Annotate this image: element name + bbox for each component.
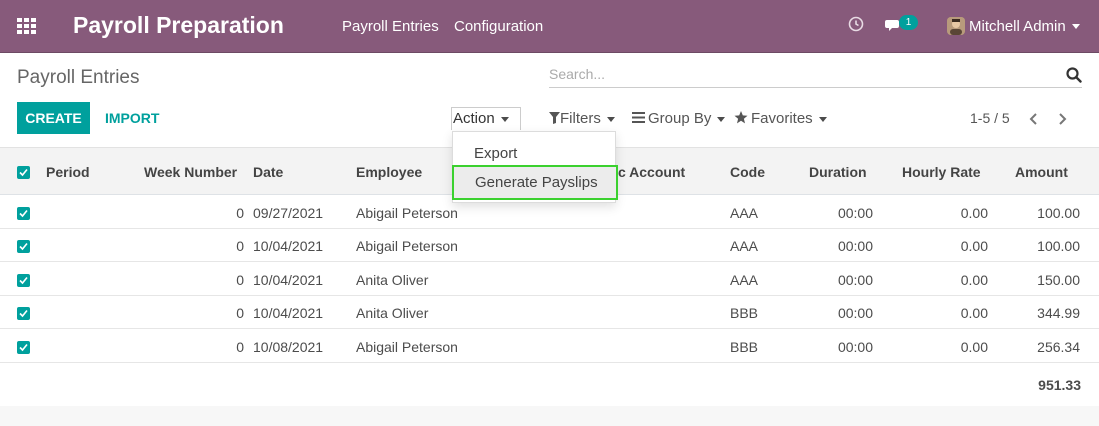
cell-code: AAA <box>730 272 759 288</box>
cell-hourly-rate: 0.00 <box>960 339 988 355</box>
user-menu-caret-icon[interactable] <box>1072 24 1080 29</box>
clock-icon[interactable] <box>848 16 864 37</box>
star-icon <box>734 111 748 124</box>
row-checkbox[interactable] <box>17 307 30 320</box>
cell-employee: Abigail Peterson <box>356 205 458 221</box>
cell-amount: 256.34 <box>1037 339 1080 355</box>
groupby-label: Group By <box>648 110 712 127</box>
column-analytic-account[interactable]: c Account <box>618 164 685 180</box>
cell-employee: Anita Oliver <box>356 272 429 288</box>
column-week-number[interactable]: Week Number <box>144 164 237 180</box>
cell-duration: 00:00 <box>837 238 873 254</box>
cell-employee: Abigail Peterson <box>356 339 458 355</box>
cell-week-number: 0 <box>236 339 244 355</box>
cell-duration: 00:00 <box>837 339 873 355</box>
row-checkbox[interactable] <box>17 240 30 253</box>
cell-date: 10/04/2021 <box>253 238 324 254</box>
action-dropdown-toggle[interactable]: Action <box>451 107 521 130</box>
search-input[interactable] <box>549 64 1049 82</box>
user-name[interactable]: Mitchell Admin <box>969 18 1066 35</box>
list-icon <box>632 112 645 123</box>
column-employee[interactable]: Employee <box>356 164 422 180</box>
menu-payroll-entries[interactable]: Payroll Entries <box>342 18 439 35</box>
action-generate-payslips[interactable]: Generate Payslips <box>452 165 618 200</box>
groupby-dropdown[interactable]: Group By <box>632 110 726 127</box>
caret-down-icon <box>818 116 827 122</box>
import-button[interactable]: IMPORT <box>105 110 159 126</box>
cell-date: 10/04/2021 <box>253 272 324 288</box>
cell-amount: 100.00 <box>1037 205 1080 221</box>
cell-hourly-rate: 0.00 <box>960 205 988 221</box>
cell-code: BBB <box>730 305 759 321</box>
table-row[interactable]: 0 10/08/2021 Abigail Peterson BBB 00:00 … <box>0 330 1099 363</box>
cell-duration: 00:00 <box>837 305 873 321</box>
caret-down-icon <box>717 116 726 122</box>
row-checkbox[interactable] <box>17 274 30 287</box>
caret-down-icon <box>606 116 615 122</box>
column-amount[interactable]: Amount <box>1015 164 1068 180</box>
cell-code: AAA <box>730 205 759 221</box>
app-title: Payroll Preparation <box>73 12 284 38</box>
table-row[interactable]: 0 10/04/2021 Anita Oliver AAA 00:00 0.00… <box>0 263 1099 296</box>
filters-label: Filters <box>560 110 601 127</box>
messages-badge: 1 <box>899 15 918 30</box>
apps-menu-icon[interactable] <box>17 18 37 34</box>
column-hourly-rate[interactable]: Hourly Rate <box>902 164 981 180</box>
cell-hourly-rate: 0.00 <box>960 238 988 254</box>
amount-total: 951.33 <box>1038 377 1081 393</box>
action-label: Action <box>453 110 495 127</box>
cell-code: AAA <box>730 238 759 254</box>
caret-down-icon <box>500 116 509 122</box>
action-dropdown-menu: Export Generate Payslips <box>452 131 618 203</box>
cell-hourly-rate: 0.00 <box>960 305 988 321</box>
cell-date: 10/04/2021 <box>253 305 324 321</box>
table-row[interactable]: 0 10/04/2021 Anita Oliver BBB 00:00 0.00… <box>0 296 1099 329</box>
filters-dropdown[interactable]: Filters <box>549 110 615 127</box>
column-date[interactable]: Date <box>253 164 283 180</box>
select-all-checkbox[interactable] <box>17 166 30 179</box>
cell-week-number: 0 <box>236 305 244 321</box>
list-footer <box>0 406 1099 426</box>
top-navbar: Payroll Preparation Payroll Entries Conf… <box>0 0 1099 53</box>
search-icon[interactable] <box>1066 67 1082 88</box>
column-duration[interactable]: Duration <box>809 164 867 180</box>
user-avatar[interactable] <box>947 17 965 35</box>
filter-icon <box>549 112 560 124</box>
cell-amount: 100.00 <box>1037 238 1080 254</box>
cell-date: 10/08/2021 <box>253 339 324 355</box>
cell-duration: 00:00 <box>837 272 873 288</box>
menu-configuration[interactable]: Configuration <box>454 18 543 35</box>
create-button[interactable]: CREATE <box>17 102 90 134</box>
search-bar <box>549 64 1082 88</box>
cell-employee: Abigail Peterson <box>356 238 458 254</box>
cell-employee: Anita Oliver <box>356 305 429 321</box>
cell-week-number: 0 <box>236 272 244 288</box>
pager-value[interactable]: 1-5 / 5 <box>970 110 1010 126</box>
column-code[interactable]: Code <box>730 164 765 180</box>
cell-code: BBB <box>730 339 759 355</box>
row-checkbox[interactable] <box>17 207 30 220</box>
pager-next-icon[interactable] <box>1058 112 1068 130</box>
favorites-label: Favorites <box>751 110 813 127</box>
cell-duration: 00:00 <box>837 205 873 221</box>
cell-hourly-rate: 0.00 <box>960 272 988 288</box>
table-row[interactable]: 0 10/04/2021 Abigail Peterson AAA 00:00 … <box>0 229 1099 262</box>
favorites-dropdown[interactable]: Favorites <box>734 110 827 127</box>
pager-previous-icon[interactable] <box>1028 112 1038 130</box>
breadcrumb: Payroll Entries <box>17 67 140 88</box>
cell-week-number: 0 <box>236 238 244 254</box>
cell-amount: 344.99 <box>1037 305 1080 321</box>
row-checkbox[interactable] <box>17 341 30 354</box>
column-period[interactable]: Period <box>46 164 90 180</box>
cell-date: 09/27/2021 <box>253 205 324 221</box>
action-export[interactable]: Export <box>453 138 615 169</box>
cell-amount: 150.00 <box>1037 272 1080 288</box>
cell-week-number: 0 <box>236 205 244 221</box>
